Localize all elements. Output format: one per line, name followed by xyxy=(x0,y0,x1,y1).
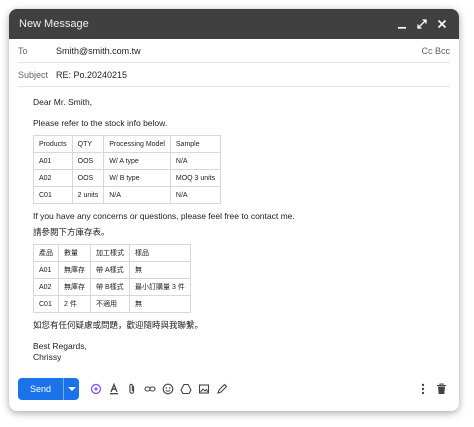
ai-sparkle-icon[interactable] xyxy=(87,380,105,398)
table-header-row: Products QTY Processing Model Sample xyxy=(33,135,222,153)
table-cell: W/ A type xyxy=(103,152,171,170)
table-cell: 2 units xyxy=(71,186,105,204)
table-cell: N/A xyxy=(169,152,222,170)
stock-table-en: Products QTY Processing Model Sample A01… xyxy=(33,135,222,204)
table-cell: C01 xyxy=(33,295,59,313)
emoji-icon[interactable] xyxy=(159,380,177,398)
table-cell: 不適用 xyxy=(90,295,130,313)
formatting-icons xyxy=(87,380,231,398)
compose-window: New Message To Smith@smith.com.tw Cc Bcc… xyxy=(9,9,459,411)
table-cell: 無庫存 xyxy=(58,278,91,296)
table-header-cell: Products xyxy=(33,135,73,153)
table-header-cell: Processing Model xyxy=(103,135,171,153)
to-field[interactable]: To Smith@smith.com.tw Cc Bcc xyxy=(18,39,450,63)
table-cell: C01 xyxy=(33,186,73,204)
signature: Chrissy xyxy=(33,352,62,362)
table-cell: A02 xyxy=(33,169,73,187)
expand-icon[interactable] xyxy=(415,17,429,31)
table-header-cell: QTY xyxy=(71,135,105,153)
concerns-text-zh: 如您有任何疑慮或問題，歡迎隨時與我聯繫。 xyxy=(33,320,204,330)
trash-icon[interactable] xyxy=(432,380,450,398)
stock-table-zh: 產品 數量 加工樣式 樣品 A01 無庫存 帶 A樣式 無 A02 無庫存 帶 … xyxy=(33,244,191,313)
attach-icon[interactable] xyxy=(123,380,141,398)
intro-text-zh: 請參閱下方庫存表。 xyxy=(33,227,110,237)
table-header-cell: 產品 xyxy=(33,244,59,262)
compose-toolbar: Send xyxy=(9,367,459,411)
right-actions xyxy=(414,380,450,398)
send-options-chevron-icon[interactable] xyxy=(63,378,79,400)
text-format-icon[interactable] xyxy=(105,380,123,398)
table-cell: 無庫存 xyxy=(58,261,91,279)
intro-text: Please refer to the stock info below. xyxy=(33,118,168,128)
signature-pen-icon[interactable] xyxy=(213,380,231,398)
table-cell: A01 xyxy=(33,152,73,170)
cc-bcc-link[interactable]: Cc Bcc xyxy=(421,46,450,56)
table-cell: A01 xyxy=(33,261,59,279)
table-header-cell: 數量 xyxy=(58,244,91,262)
concerns-text: If you have any concerns or questions, p… xyxy=(33,211,295,221)
table-header-cell: Sample xyxy=(169,135,222,153)
table-header-cell: 樣品 xyxy=(129,244,191,262)
to-label: To xyxy=(18,45,28,56)
more-options-icon[interactable] xyxy=(414,380,432,398)
table-cell: 最小訂購量 3 件 xyxy=(129,278,191,296)
message-body[interactable]: Dear Mr. Smith, Please refer to the stoc… xyxy=(9,87,459,363)
minimize-icon[interactable] xyxy=(395,17,409,31)
table-row: A02 無庫存 帶 B樣式 最小訂購量 3 件 xyxy=(33,278,191,296)
to-value[interactable]: Smith@smith.com.tw xyxy=(56,46,421,56)
table-cell: N/A xyxy=(169,186,222,204)
greeting: Dear Mr. Smith, xyxy=(33,97,93,107)
table-cell: 無 xyxy=(129,261,191,279)
title-bar: New Message xyxy=(9,9,459,39)
table-cell: 2 件 xyxy=(58,295,91,313)
table-cell: MOQ 3 units xyxy=(169,169,222,187)
table-cell: A02 xyxy=(33,278,59,296)
table-cell: 帶 B樣式 xyxy=(90,278,130,296)
close-icon[interactable] xyxy=(435,17,449,31)
table-cell: W/ B type xyxy=(103,169,171,187)
table-cell: OOS xyxy=(71,169,105,187)
table-row: C01 2 units N/A N/A xyxy=(33,186,222,204)
table-cell: 無 xyxy=(129,295,191,313)
table-row: A02 OOS W/ B type MOQ 3 units xyxy=(33,169,222,187)
table-row: A01 無庫存 帶 A樣式 無 xyxy=(33,261,191,279)
closing: Best Regards, xyxy=(33,341,87,351)
photo-icon[interactable] xyxy=(195,380,213,398)
table-header-cell: 加工樣式 xyxy=(90,244,130,262)
window-title: New Message xyxy=(19,18,89,30)
table-header-row: 產品 數量 加工樣式 樣品 xyxy=(33,244,191,262)
subject-label: Subject xyxy=(18,69,49,80)
table-cell: N/A xyxy=(103,186,171,204)
table-row: A01 OOS W/ A type N/A xyxy=(33,152,222,170)
send-button[interactable]: Send xyxy=(18,378,63,400)
drive-icon[interactable] xyxy=(177,380,195,398)
table-row: C01 2 件 不適用 無 xyxy=(33,295,191,313)
link-icon[interactable] xyxy=(141,380,159,398)
table-cell: 帶 A樣式 xyxy=(90,261,130,279)
send-button-group: Send xyxy=(18,378,80,400)
subject-value[interactable]: RE: Po.20240215 xyxy=(56,70,450,80)
subject-field[interactable]: Subject RE: Po.20240215 xyxy=(18,63,450,87)
table-cell: OOS xyxy=(71,152,105,170)
